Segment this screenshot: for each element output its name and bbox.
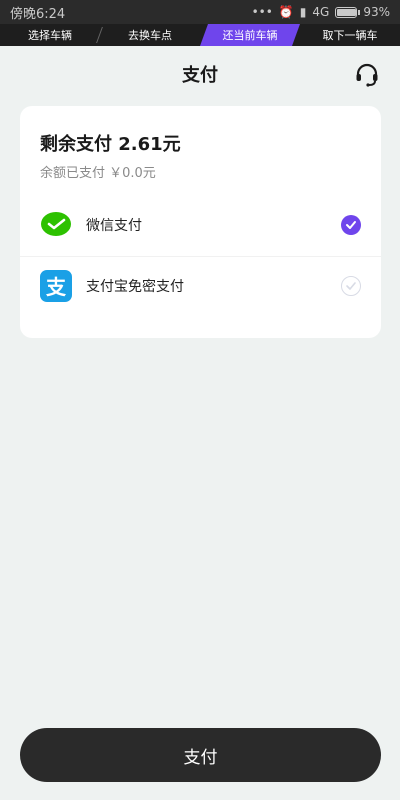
progress-steps: 选择车辆 去换车点 还当前车辆 取下一辆车 xyxy=(0,24,400,46)
payment-option-alipay[interactable]: 支 支付宝免密支付 xyxy=(20,256,381,314)
status-icons: ••• ⏰ ▮ 4G 93% xyxy=(252,5,390,19)
battery-icon xyxy=(335,6,361,18)
dots-icon: ••• xyxy=(251,5,273,19)
alipay-label: 支付宝免密支付 xyxy=(86,278,184,295)
status-bar: 傍晚6:24 ••• ⏰ ▮ 4G 93% xyxy=(0,0,400,24)
selected-check-icon[interactable] xyxy=(341,215,361,235)
alipay-icon: 支 xyxy=(40,269,72,302)
remaining-amount: 剩余支付 2.61元 xyxy=(40,134,181,155)
signal-icon: ▮ xyxy=(299,5,307,19)
payment-option-wechat[interactable]: 微信支付 xyxy=(20,196,381,254)
wechat-icon xyxy=(40,209,72,241)
payment-card: 剩余支付 2.61元 余额已支付 ￥0.0元 微信支付 支 支付宝免密支付 xyxy=(20,106,381,338)
balance-paid: 余额已支付 ￥0.0元 xyxy=(40,166,156,181)
step-select-vehicle: 选择车辆 xyxy=(0,24,100,46)
step-pick-next-vehicle: 取下一辆车 xyxy=(322,29,378,42)
wechat-label: 微信支付 xyxy=(86,218,142,234)
header: 支付 xyxy=(0,46,400,102)
pay-button[interactable]: 支付 xyxy=(20,728,381,782)
step-return-vehicle: 还当前车辆 xyxy=(200,24,300,46)
battery-percent: 93% xyxy=(363,5,390,19)
alarm-icon: ⏰ xyxy=(278,5,294,19)
unselected-check-icon[interactable] xyxy=(341,275,361,296)
status-time: 傍晚6:24 xyxy=(10,6,66,22)
headset-icon[interactable] xyxy=(352,60,382,90)
step-go-swap-point: 去换车点 xyxy=(128,29,172,42)
network-type: 4G xyxy=(312,5,330,19)
page-title: 支付 xyxy=(182,65,218,86)
